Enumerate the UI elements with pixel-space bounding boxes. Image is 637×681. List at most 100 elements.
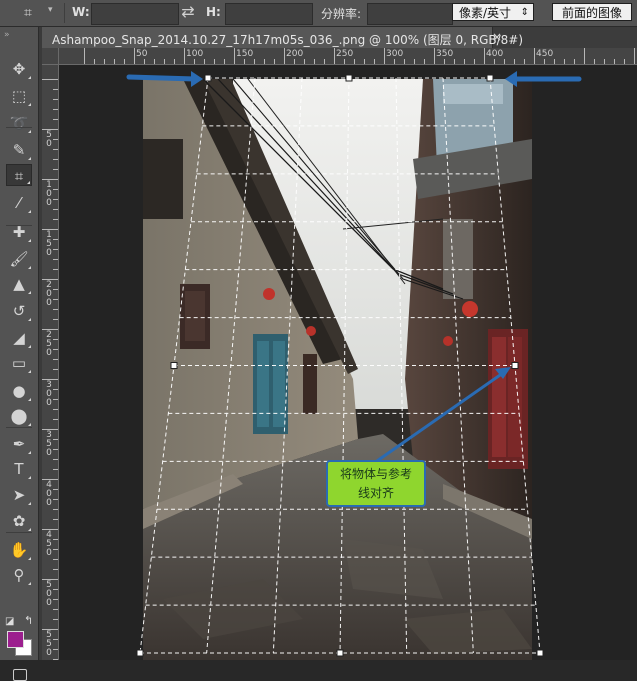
horizontal-ruler[interactable]: 50 100 150 200 250 300 350 400 450 (59, 48, 637, 65)
tool-flyout-indicator (28, 528, 31, 531)
tool-flyout-indicator (28, 318, 31, 321)
crop-handle[interactable] (511, 362, 519, 369)
chevron-updown-icon: ⇕ (520, 7, 529, 18)
document-tab[interactable]: Ashampoo_Snap_2014.10.27_17h17m05s_036_.… (42, 27, 523, 48)
ruler-tick (234, 48, 235, 64)
crop-handle[interactable] (486, 74, 494, 82)
foreground-color-swatch[interactable] (7, 631, 24, 648)
marquee-tool[interactable]: ⬚ (6, 85, 32, 107)
ruler-label: 200 (46, 280, 52, 308)
tool-divider (6, 532, 32, 533)
resolution-input[interactable] (367, 3, 453, 25)
brush-tool[interactable]: 🖌 (6, 248, 32, 270)
swap-arrows-icon[interactable]: ⇄ (178, 2, 198, 22)
eraser-icon: ◢ (13, 329, 25, 347)
resolution-unit-select[interactable]: 像素/英寸 ⇕ (452, 3, 534, 21)
tool-flyout-indicator (28, 398, 31, 401)
ruler-tick (184, 48, 185, 64)
options-divider (64, 3, 65, 23)
stamp-icon: ▲ (13, 275, 25, 293)
default-colors-icon[interactable]: ◪ (5, 616, 14, 627)
ruler-label: 350 (46, 430, 52, 458)
brush-icon: 🖌 (9, 250, 29, 268)
tool-flyout-indicator (28, 103, 31, 106)
history-brush-tool[interactable]: ↺ (6, 300, 32, 322)
eyedropper-tool[interactable]: ⁄ (6, 192, 32, 214)
ruler-tick (42, 79, 58, 80)
ruler-label: 200 (286, 49, 304, 59)
front-image-button[interactable]: 前面的图像 (552, 3, 632, 21)
ruler-label: 450 (536, 49, 554, 59)
toolbox: » ✥ ⬚ ➰ ✎ ⌗ ⁄ ✚ 🖌 ▲ ↺ ◢ ▭ ● ⬤ ✒ T ➤ ✿ ✋ ⚲ ◪ ↰ (0, 27, 39, 681)
crop-tool[interactable]: ⌗ (6, 164, 32, 186)
ruler-tick (634, 48, 635, 64)
move-tool[interactable]: ✥ (6, 58, 32, 80)
perspective-crop-icon[interactable]: ⌗ (24, 4, 44, 22)
pen-icon: ✒ (12, 435, 26, 453)
annotation-callout: 将物体与参考 线对齐 (326, 460, 426, 507)
pen-tool[interactable]: ✒ (6, 433, 32, 455)
document-tab-bar: Ashampoo_Snap_2014.10.27_17h17m05s_036_.… (42, 27, 637, 49)
close-tab-icon[interactable]: × (492, 30, 502, 44)
hand-icon: ✋ (9, 541, 29, 559)
ruler-label: 300 (46, 380, 52, 408)
eraser-tool[interactable]: ◢ (6, 327, 32, 349)
callout-text-line1: 将物体与参考 (339, 467, 412, 481)
lasso-tool[interactable]: ➰ (6, 112, 32, 134)
tool-flyout-indicator (28, 502, 31, 505)
callout-text-line2: 线对齐 (357, 486, 394, 500)
gradient-tool[interactable]: ▭ (6, 352, 32, 374)
width-input[interactable] (91, 3, 179, 25)
crop-grid (139, 77, 541, 654)
move-icon: ✥ (12, 60, 26, 78)
gradient-icon: ▭ (11, 354, 27, 372)
ruler-label: 100 (186, 49, 204, 59)
ruler-label: 400 (486, 49, 504, 59)
ruler-label: 50 (46, 130, 52, 149)
vertical-ruler[interactable]: 50 100 150 200 250 300 350 400 450 500 550 (42, 65, 59, 660)
tool-flyout-indicator (28, 76, 31, 79)
crop-handle[interactable] (204, 74, 212, 82)
quick-select-tool[interactable]: ✎ (6, 139, 32, 161)
ruler-tick (534, 48, 535, 64)
left-pointer-arrowhead (191, 71, 203, 87)
tool-flyout-indicator (27, 181, 30, 184)
crop-handle[interactable] (345, 74, 353, 82)
tool-divider (6, 427, 32, 428)
ruler-origin[interactable] (42, 48, 59, 65)
type-tool[interactable]: T (6, 458, 32, 480)
tool-flyout-indicator (28, 291, 31, 294)
crop-handle[interactable] (536, 649, 544, 657)
shape-tool[interactable]: ✿ (6, 510, 32, 532)
tool-divider (6, 225, 32, 226)
hand-tool[interactable]: ✋ (6, 539, 32, 561)
ruler-label: 400 (46, 480, 52, 508)
type-icon: T (14, 460, 24, 478)
ruler-tick (384, 48, 385, 64)
perspective-crop-icon: ⌗ (14, 167, 24, 185)
crop-handle[interactable] (170, 362, 178, 369)
path-select-tool[interactable]: ➤ (6, 484, 32, 506)
crop-handle[interactable] (336, 649, 344, 657)
tool-flyout-indicator (28, 582, 31, 585)
ruler-label: 250 (46, 330, 52, 358)
ruler-label: 300 (386, 49, 404, 59)
ruler-label: 150 (236, 49, 254, 59)
tool-flyout-indicator (28, 423, 31, 426)
tool-flyout-indicator (28, 210, 31, 213)
crop-handle[interactable] (136, 649, 144, 657)
zoom-tool[interactable]: ⚲ (6, 564, 32, 586)
document-canvas[interactable]: 将物体与参考 线对齐 (59, 65, 637, 660)
quick-select-icon: ✎ (12, 141, 26, 159)
ruler-tick (334, 48, 335, 64)
dodge-tool[interactable]: ⬤ (6, 405, 32, 427)
ruler-label: 500 (46, 580, 52, 608)
tool-preset-chevron-icon[interactable]: ▾ (48, 5, 53, 15)
stamp-tool[interactable]: ▲ (6, 273, 32, 295)
height-input[interactable] (225, 3, 313, 25)
quick-mask-icon[interactable] (13, 669, 27, 681)
swap-colors-icon[interactable]: ↰ (24, 614, 33, 627)
tool-flyout-indicator (28, 266, 31, 269)
collapse-toolbox-icon[interactable]: » (4, 30, 10, 40)
blur-tool[interactable]: ● (6, 380, 32, 402)
